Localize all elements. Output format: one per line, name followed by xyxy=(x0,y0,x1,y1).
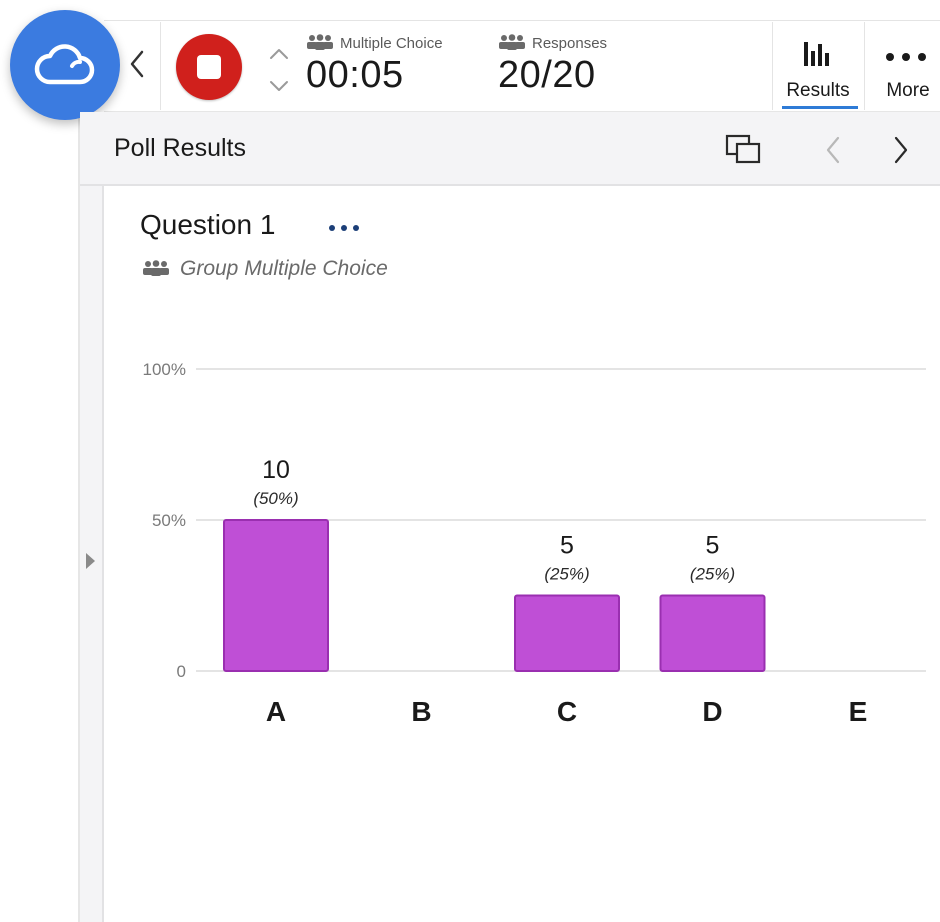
results-bar-chart: 0 50% 100% 10 (50%) A B 5 (25%) C 5 (25%) D E xyxy=(143,360,926,727)
poll-results-title: Poll Results xyxy=(114,134,246,162)
group-icon xyxy=(142,258,170,282)
bar-value-label: 5 xyxy=(560,532,574,560)
left-gutter xyxy=(0,0,80,922)
tab-more[interactable]: More xyxy=(868,22,940,108)
question-type-label: Group Multiple Choice xyxy=(180,257,388,280)
toolbar-divider xyxy=(772,22,773,110)
question-type: Group Multiple Choice xyxy=(142,257,388,282)
y-tick-label: 100% xyxy=(143,360,186,379)
next-question-icon[interactable] xyxy=(888,132,914,168)
cloud-button[interactable] xyxy=(10,10,120,120)
bar-chart-icon xyxy=(804,42,829,66)
app-stage: Multiple Choice 00:05 Responses 20/20 Re… xyxy=(0,0,940,922)
tab-results-label: Results xyxy=(786,80,850,101)
bar-percent-label: (25%) xyxy=(544,565,589,584)
category-label-b: B xyxy=(411,696,431,727)
question-more-icon[interactable] xyxy=(326,224,366,232)
bar-value-label: 10 xyxy=(262,456,290,484)
active-tab-indicator xyxy=(782,106,858,109)
toolbar-divider xyxy=(160,22,161,110)
question-type-caption: Multiple Choice xyxy=(340,35,443,52)
y-tick-label: 50% xyxy=(152,511,186,530)
more-dots-icon xyxy=(886,53,926,61)
group-icon xyxy=(498,34,526,54)
timer-value: 00:05 xyxy=(306,54,404,96)
responses-value: 20/20 xyxy=(498,54,596,96)
question-title: Question 1 xyxy=(140,209,276,240)
category-label-d: D xyxy=(702,696,722,727)
stop-icon xyxy=(197,55,221,79)
y-tick-label: 0 xyxy=(177,662,186,681)
cloud-icon xyxy=(34,44,95,85)
chevron-down-icon xyxy=(270,81,288,91)
category-label-a: A xyxy=(266,696,286,727)
stop-poll-button[interactable] xyxy=(176,34,242,100)
group-icon xyxy=(306,34,334,54)
back-chevron-icon[interactable] xyxy=(124,44,150,84)
category-label-e: E xyxy=(849,696,868,727)
tab-more-label: More xyxy=(886,80,930,101)
category-label-c: C xyxy=(557,696,577,727)
bar-d xyxy=(659,594,766,672)
bar-value-label: 5 xyxy=(706,532,720,560)
timer-stepper[interactable] xyxy=(266,40,292,98)
bar-a xyxy=(223,519,329,672)
popout-icon[interactable] xyxy=(724,132,764,168)
bar-percent-label: (50%) xyxy=(253,489,298,508)
previous-question-icon[interactable] xyxy=(820,132,846,168)
bar-c xyxy=(514,594,620,672)
responses-caption: Responses xyxy=(532,35,608,52)
chevron-up-icon xyxy=(270,49,288,59)
caret-right-icon[interactable] xyxy=(86,553,95,569)
tab-results[interactable]: Results xyxy=(776,22,862,109)
bar-percent-label: (25%) xyxy=(690,565,735,584)
toolbar-divider xyxy=(864,22,865,110)
